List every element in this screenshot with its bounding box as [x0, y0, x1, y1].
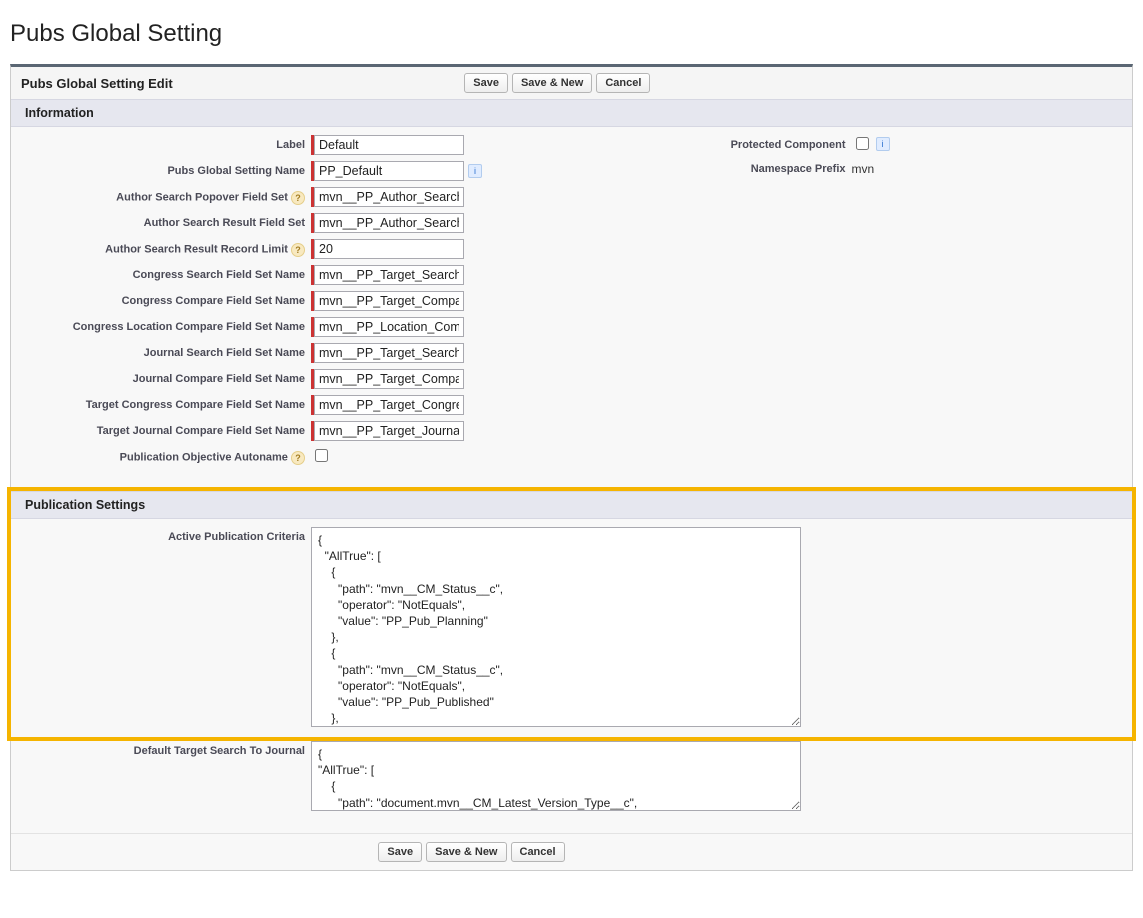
section-header-publication-settings: Publication Settings — [11, 491, 1132, 519]
protected-component-checkbox[interactable] — [856, 137, 869, 150]
publication-settings-body-2: Default Target Search To Journal — [11, 741, 1132, 833]
info-icon[interactable]: i — [468, 164, 482, 178]
namespace-prefix-value: mvn — [852, 159, 875, 176]
journal-compare-input[interactable] — [314, 369, 464, 389]
save-button[interactable]: Save — [378, 842, 422, 862]
congress-search-input[interactable] — [314, 265, 464, 285]
pub-obj-autoname-label: Publication Objective Autoname ? — [21, 447, 311, 465]
target-congress-compare-label: Target Congress Compare Field Set Name — [21, 395, 311, 412]
section-header-information: Information — [11, 99, 1132, 127]
setting-name-label: Pubs Global Setting Name — [21, 161, 311, 178]
congress-loc-compare-input[interactable] — [314, 317, 464, 337]
cancel-button[interactable]: Cancel — [511, 842, 565, 862]
edit-panel: Pubs Global Setting Edit Save Save & New… — [10, 64, 1133, 871]
setting-name-input[interactable] — [314, 161, 464, 181]
journal-compare-label: Journal Compare Field Set Name — [21, 369, 311, 386]
page-title: Pubs Global Setting — [10, 20, 1133, 48]
author-result-input[interactable] — [314, 213, 464, 233]
active-pub-criteria-textarea[interactable] — [311, 527, 801, 727]
panel-header-title: Pubs Global Setting Edit — [21, 76, 173, 91]
congress-search-label: Congress Search Field Set Name — [21, 265, 311, 282]
congress-compare-label: Congress Compare Field Set Name — [21, 291, 311, 308]
journal-search-input[interactable] — [314, 343, 464, 363]
default-target-journal-label: Default Target Search To Journal — [21, 741, 311, 758]
cancel-button[interactable]: Cancel — [596, 73, 650, 93]
target-journal-compare-label: Target Journal Compare Field Set Name — [21, 421, 311, 438]
information-body: Label Pubs Global Setting Name i — [11, 127, 1132, 487]
active-pub-criteria-label: Active Publication Criteria — [21, 527, 311, 544]
congress-loc-compare-label: Congress Location Compare Field Set Name — [21, 317, 311, 334]
namespace-prefix-label: Namespace Prefix — [592, 159, 852, 176]
info-icon[interactable]: i — [876, 137, 890, 151]
save-button[interactable]: Save — [464, 73, 508, 93]
save-and-new-button[interactable]: Save & New — [426, 842, 506, 862]
pub-obj-autoname-checkbox[interactable] — [315, 449, 328, 462]
default-target-journal-textarea[interactable] — [311, 741, 801, 811]
help-icon[interactable]: ? — [291, 451, 305, 465]
target-congress-compare-input[interactable] — [314, 395, 464, 415]
top-button-group: Save Save & New Cancel — [464, 73, 650, 93]
author-limit-label: Author Search Result Record Limit ? — [21, 239, 311, 257]
author-popover-label: Author Search Popover Field Set ? — [21, 187, 311, 205]
panel-header: Pubs Global Setting Edit Save Save & New… — [11, 67, 1132, 99]
protected-component-label: Protected Component — [592, 135, 852, 152]
author-result-label: Author Search Result Field Set — [21, 213, 311, 230]
save-and-new-button[interactable]: Save & New — [512, 73, 592, 93]
congress-compare-input[interactable] — [314, 291, 464, 311]
publication-settings-body: Active Publication Criteria — [11, 519, 1132, 737]
journal-search-label: Journal Search Field Set Name — [21, 343, 311, 360]
author-limit-input[interactable] — [314, 239, 464, 259]
bottom-button-group: Save Save & New Cancel — [378, 842, 564, 862]
author-popover-input[interactable] — [314, 187, 464, 207]
panel-footer: Save Save & New Cancel — [11, 833, 1132, 870]
label-label: Label — [21, 135, 311, 152]
help-icon[interactable]: ? — [291, 191, 305, 205]
help-icon[interactable]: ? — [291, 243, 305, 257]
publication-settings-highlight: Publication Settings Active Publication … — [7, 487, 1136, 741]
target-journal-compare-input[interactable] — [314, 421, 464, 441]
label-input[interactable] — [314, 135, 464, 155]
